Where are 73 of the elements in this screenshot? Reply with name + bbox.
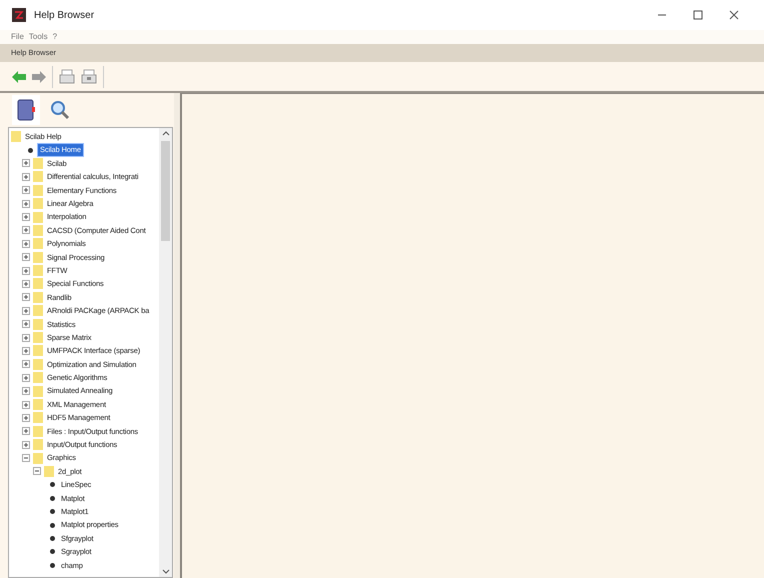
bullet-icon: [50, 496, 55, 501]
close-icon: [729, 10, 739, 20]
expand-icon[interactable]: [22, 293, 30, 302]
menu-item[interactable]: Tools: [28, 31, 48, 43]
search-icon: [50, 100, 70, 120]
expand-icon[interactable]: [22, 360, 30, 368]
folder-icon: [33, 252, 43, 263]
folder-icon: [33, 171, 43, 182]
expand-icon[interactable]: [22, 306, 30, 315]
maximize-icon: [693, 10, 703, 20]
bullet-icon: [50, 536, 55, 541]
expand-icon[interactable]: [22, 414, 30, 422]
bullet-icon: [50, 509, 55, 514]
bullet-icon: [50, 549, 55, 554]
app-logo-icon: [12, 8, 26, 22]
expand-icon[interactable]: [22, 320, 30, 328]
scrollbar[interactable]: [159, 128, 172, 577]
expand-icon[interactable]: [22, 240, 30, 248]
folder-icon: [33, 372, 43, 384]
folder-icon: [33, 265, 43, 276]
window-title: Help Browser: [34, 8, 94, 22]
folder-icon: [33, 318, 43, 330]
folder-icon: [33, 386, 43, 397]
collapse-icon[interactable]: [22, 454, 30, 462]
expand-icon[interactable]: [22, 172, 30, 181]
expand-icon[interactable]: [22, 346, 30, 355]
contents-tab[interactable]: [12, 95, 40, 125]
expand-icon[interactable]: [22, 226, 30, 234]
expand-icon[interactable]: [22, 200, 30, 208]
folder-icon: [33, 198, 43, 210]
bullet-icon: [50, 482, 55, 488]
book-icon: [17, 99, 35, 121]
folder-icon: [33, 399, 43, 410]
expand-icon[interactable]: [22, 400, 30, 408]
folder-icon: [33, 224, 43, 236]
folder-icon: [33, 158, 43, 169]
expand-icon[interactable]: [22, 186, 30, 194]
folder-icon: [33, 412, 43, 424]
bullet-icon: [50, 562, 55, 568]
folder-icon: [33, 278, 43, 290]
folder-icon: [33, 345, 43, 356]
bullet-icon: [28, 148, 33, 153]
menu-item[interactable]: ?: [52, 31, 58, 43]
menu-item[interactable]: File: [11, 31, 24, 43]
expand-icon[interactable]: [22, 266, 30, 275]
folder-icon: [33, 292, 43, 303]
expand-icon[interactable]: [22, 253, 30, 262]
folder-icon: [33, 238, 43, 250]
expand-icon[interactable]: [22, 427, 30, 436]
folder-icon: [33, 332, 43, 344]
folder-icon: [33, 358, 43, 370]
expand-icon[interactable]: [22, 387, 30, 396]
collapse-icon[interactable]: [33, 467, 41, 476]
scrollbar-thumb[interactable]: [161, 141, 170, 241]
bullet-icon: [50, 522, 55, 528]
expand-icon[interactable]: [22, 374, 30, 382]
expand-icon[interactable]: [22, 440, 30, 449]
back-arrow-icon[interactable]: [12, 70, 26, 82]
folder-icon: [33, 305, 43, 316]
expand-icon[interactable]: [22, 334, 30, 342]
folder-icon: [33, 184, 43, 196]
folder-icon: [33, 212, 43, 223]
folder-icon: [33, 439, 43, 450]
folder-icon: [33, 452, 43, 464]
folder-icon: [11, 131, 21, 142]
expand-icon[interactable]: [22, 213, 30, 222]
print-preview-icon[interactable]: [81, 68, 97, 84]
expand-icon[interactable]: [22, 159, 30, 168]
folder-icon: [44, 466, 54, 477]
expand-icon[interactable]: [22, 280, 30, 288]
forward-arrow-icon[interactable]: [32, 70, 46, 82]
folder-icon: [33, 426, 43, 437]
print-icon[interactable]: [59, 68, 75, 84]
